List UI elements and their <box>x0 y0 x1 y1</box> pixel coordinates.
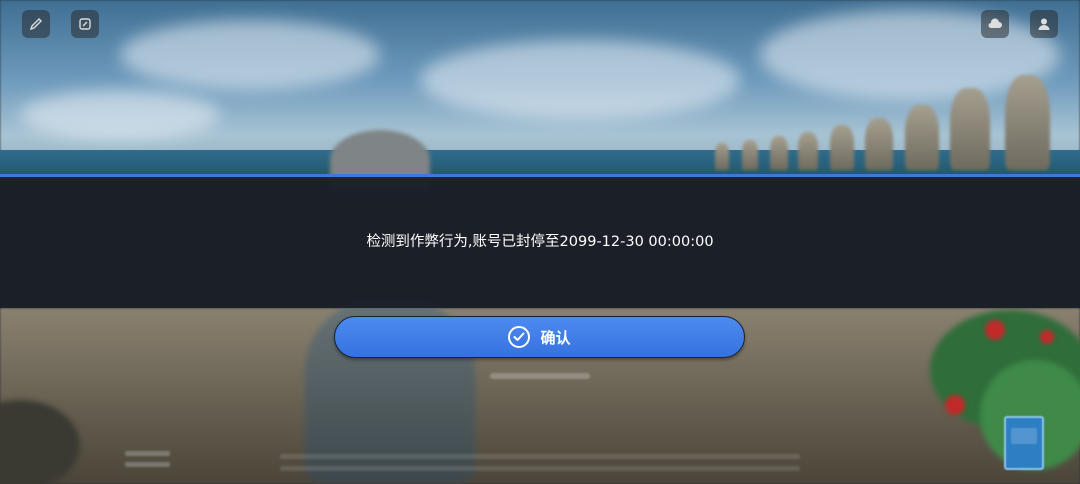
user-icon[interactable] <box>1030 10 1058 38</box>
check-circle-icon <box>508 326 531 348</box>
cloud <box>420 40 740 120</box>
confirm-button-label: 确认 <box>540 328 571 347</box>
statue <box>798 132 818 170</box>
statue <box>830 125 854 170</box>
edit-icon[interactable] <box>22 10 50 38</box>
footer-text <box>125 462 170 467</box>
statue <box>770 136 788 170</box>
flower <box>945 395 965 415</box>
cloud <box>120 20 380 90</box>
dialog-message: 检测到作弊行为,账号已封停至2099-12-30 00:00:00 <box>366 234 714 250</box>
statue <box>1005 75 1050 170</box>
notes-icon[interactable] <box>71 10 99 38</box>
confirm-button[interactable]: 确认 <box>334 316 745 358</box>
statue <box>742 140 758 170</box>
age-rating-graphic <box>1011 428 1037 444</box>
flower <box>985 320 1005 340</box>
statue <box>715 143 729 170</box>
footer-text <box>280 466 800 471</box>
footer-text <box>280 454 800 459</box>
statue <box>905 105 939 170</box>
statue <box>950 88 990 170</box>
statue <box>865 118 893 170</box>
age-rating-badge <box>1004 416 1044 470</box>
footer-text <box>125 451 170 456</box>
cloud <box>20 90 220 140</box>
cloud-icon[interactable] <box>981 10 1009 38</box>
tap-hint-blurred <box>440 369 640 383</box>
flower <box>1040 330 1054 344</box>
